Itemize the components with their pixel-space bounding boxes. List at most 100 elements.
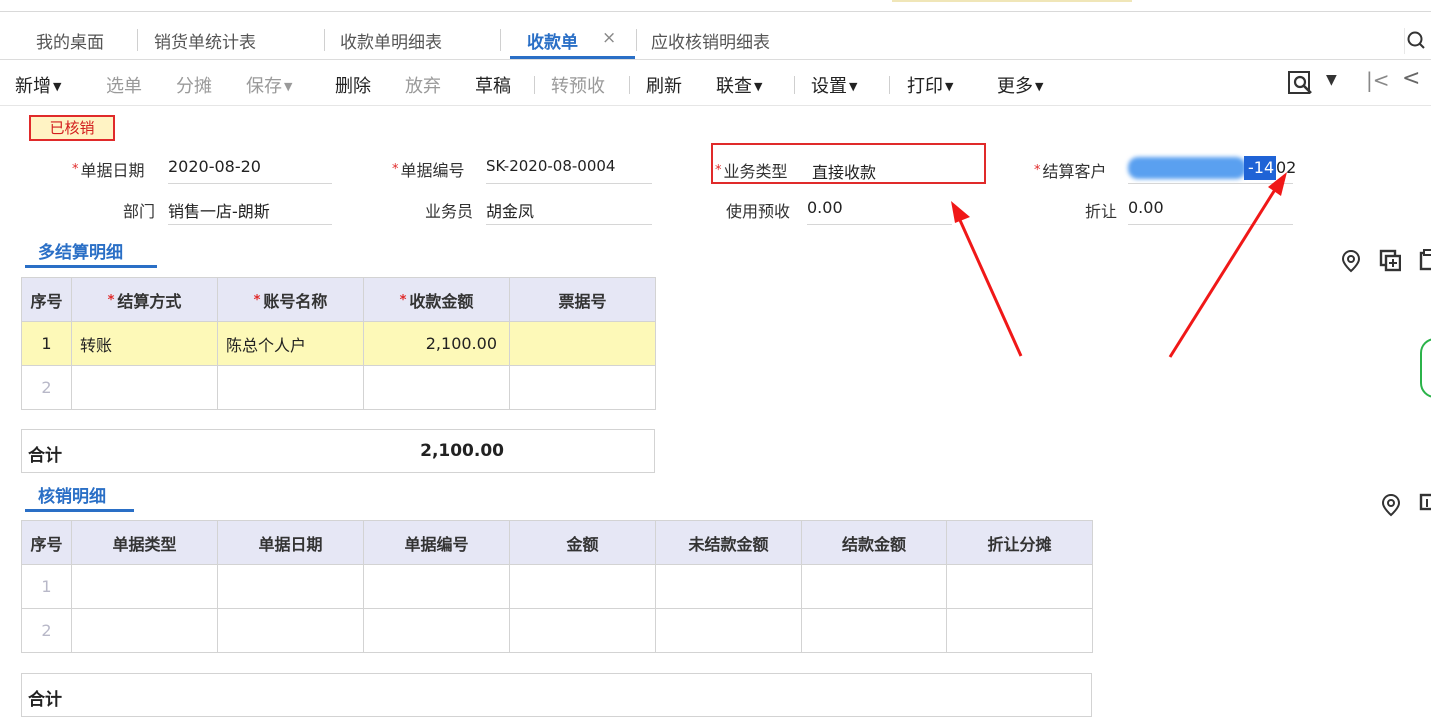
date-field[interactable]: 2020-08-20 xyxy=(168,156,332,184)
tab-receipt-detail[interactable]: 收款单明细表 xyxy=(340,28,442,53)
table-cell[interactable] xyxy=(655,564,802,609)
to-prepay-button[interactable]: 转预收 xyxy=(551,72,605,98)
chevron-down-icon: ▼ xyxy=(945,80,954,93)
discount-label: 折让 xyxy=(1085,202,1118,221)
draft-button[interactable]: 草稿 xyxy=(475,72,511,98)
tab-bar: 我的桌面 销货单统计表 收款单明细表 收款单 × 应收核销明细表 xyxy=(0,18,1431,60)
column-header-settled: 结款金额 xyxy=(801,520,947,565)
chevron-down-icon[interactable]: ▼ xyxy=(1326,72,1337,88)
discard-button[interactable]: 放弃 xyxy=(405,72,441,98)
select-button[interactable]: 选单 xyxy=(106,72,142,98)
active-tab-indicator xyxy=(510,56,635,59)
date-label-text: 单据日期 xyxy=(80,161,145,180)
column-header-bill-no: 票据号 xyxy=(509,277,656,322)
tab-divider xyxy=(137,29,138,51)
print-preview-icon[interactable] xyxy=(1287,69,1315,97)
table-cell[interactable] xyxy=(509,608,656,653)
settlement-section-title[interactable]: 多结算明细 xyxy=(38,238,123,263)
number-field[interactable]: SK-2020-08-0004 xyxy=(486,156,652,184)
customer-selected-text[interactable]: -14 xyxy=(1244,156,1277,180)
row-index: 2 xyxy=(21,365,72,410)
first-record-icon[interactable]: |< xyxy=(1366,68,1390,92)
tab-ar-writeoff-detail[interactable]: 应收核销明细表 xyxy=(651,28,770,53)
column-header-method: * 结算方式 xyxy=(71,277,218,322)
tab-receipt[interactable]: 收款单 xyxy=(527,28,578,53)
table-cell[interactable] xyxy=(655,608,802,653)
status-ring-icon[interactable] xyxy=(1420,338,1431,398)
allocate-button[interactable]: 分摊 xyxy=(176,72,212,98)
refresh-button[interactable]: 刷新 xyxy=(646,72,682,98)
annotation-arrowhead xyxy=(951,201,970,223)
table-row[interactable]: 2 xyxy=(21,365,656,410)
copy-add-icon[interactable] xyxy=(1419,493,1431,517)
table-cell[interactable] xyxy=(217,564,364,609)
total-label: 合计 xyxy=(28,690,62,710)
writeoff-section-title[interactable]: 核销明细 xyxy=(38,482,106,507)
amount-cell[interactable] xyxy=(363,365,510,410)
location-pin-icon[interactable] xyxy=(1340,249,1362,273)
linked-query-button[interactable]: 联查 ▼ xyxy=(716,72,762,98)
salesperson-field[interactable]: 胡金凤 xyxy=(486,197,652,225)
table-cell[interactable] xyxy=(363,564,510,609)
required-mark: * xyxy=(399,292,407,308)
number-label-text: 单据编号 xyxy=(400,161,465,180)
save-button[interactable]: 保存 ▼ xyxy=(246,72,292,98)
dept-field[interactable]: 销售一店-朗斯 xyxy=(168,197,332,225)
location-pin-icon[interactable] xyxy=(1380,493,1402,517)
print-label: 打印 xyxy=(907,76,943,97)
annotation-arrow-biz-type xyxy=(957,217,1023,357)
prev-record-icon[interactable]: < xyxy=(1402,66,1420,91)
table-cell[interactable] xyxy=(946,608,1093,653)
chevron-down-icon: ▼ xyxy=(1035,80,1044,93)
new-label: 新增 xyxy=(15,76,51,97)
table-header-row: 序号 单据类型 单据日期 单据编号 金额 未结款金额 结款金额 折让分摊 xyxy=(21,520,1093,565)
settings-button[interactable]: 设置 ▼ xyxy=(811,72,857,98)
table-cell[interactable] xyxy=(509,564,656,609)
annotation-highlight-box xyxy=(711,143,986,184)
required-mark: * xyxy=(72,162,79,177)
customer-redacted xyxy=(1128,157,1246,179)
print-button[interactable]: 打印 ▼ xyxy=(907,72,953,98)
discount-field[interactable]: 0.00 xyxy=(1128,197,1293,225)
customer-field-underline xyxy=(1128,183,1293,184)
required-mark: * xyxy=(392,162,399,177)
more-label: 更多 xyxy=(997,76,1033,97)
writeoff-section-underline xyxy=(25,509,134,512)
table-cell[interactable] xyxy=(801,608,947,653)
amount-cell[interactable]: 2,100.00 xyxy=(363,321,510,366)
table-cell[interactable] xyxy=(801,564,947,609)
table-cell[interactable] xyxy=(71,608,218,653)
tab-close-icon[interactable]: × xyxy=(602,28,616,48)
required-mark: * xyxy=(107,292,115,308)
bill-no-cell[interactable] xyxy=(509,365,656,410)
table-cell[interactable] xyxy=(363,608,510,653)
customer-field-tail[interactable]: 02 xyxy=(1276,158,1296,177)
table-row[interactable]: 1 转账 陈总个人户 2,100.00 xyxy=(21,321,656,366)
tab-sales-stats[interactable]: 销货单统计表 xyxy=(154,28,256,53)
date-label: * 单据日期 xyxy=(72,157,145,181)
use-prepay-field[interactable]: 0.00 xyxy=(807,197,952,225)
table-row[interactable]: 2 xyxy=(21,608,1093,653)
new-button[interactable]: 新增 ▼ xyxy=(15,72,61,98)
more-button[interactable]: 更多 ▼ xyxy=(997,72,1043,98)
copy-add-icon[interactable] xyxy=(1379,249,1401,273)
clipboard-icon[interactable] xyxy=(1419,249,1431,273)
tab-desktop[interactable]: 我的桌面 xyxy=(36,28,104,53)
table-cell[interactable] xyxy=(71,564,218,609)
chevron-down-icon: ▼ xyxy=(284,80,293,93)
salesperson-label: 业务员 xyxy=(425,202,474,221)
account-name-cell[interactable]: 陈总个人户 xyxy=(217,321,364,366)
column-header-index: 序号 xyxy=(21,277,72,322)
table-row[interactable]: 1 xyxy=(21,564,1093,609)
search-icon[interactable] xyxy=(1404,26,1431,56)
table-cell[interactable] xyxy=(217,608,364,653)
table-cell[interactable] xyxy=(946,564,1093,609)
tab-divider xyxy=(636,29,637,51)
settlement-method-cell[interactable] xyxy=(71,365,218,410)
settlement-method-cell[interactable]: 转账 xyxy=(71,321,218,366)
toolbar-divider xyxy=(534,76,535,94)
bill-no-cell[interactable] xyxy=(509,321,656,366)
account-name-cell[interactable] xyxy=(217,365,364,410)
total-label: 合计 xyxy=(28,446,62,466)
delete-button[interactable]: 删除 xyxy=(335,72,371,98)
